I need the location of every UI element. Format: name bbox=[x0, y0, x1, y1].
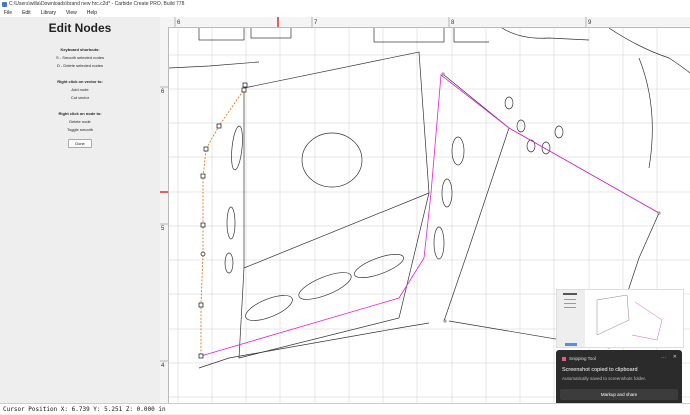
node-handle[interactable] bbox=[203, 146, 209, 152]
more-options-icon[interactable]: ··· bbox=[661, 355, 666, 361]
menu-file[interactable]: File bbox=[4, 9, 12, 17]
menu-view[interactable]: View bbox=[66, 9, 77, 17]
markup-and-share-button[interactable]: Markup and share bbox=[560, 389, 678, 400]
ruler-label-6: 6 bbox=[177, 20, 181, 26]
node-path[interactable] bbox=[200, 87, 246, 356]
node-handle[interactable] bbox=[200, 222, 206, 228]
keyboard-heading: Keyboard shortcuts: bbox=[60, 47, 100, 52]
node-heading: Right click on node to: bbox=[58, 111, 102, 116]
left-die bbox=[198, 51, 430, 369]
toast-title: Screenshot copied to clipboard bbox=[562, 367, 638, 373]
ruler-label-7: 7 bbox=[314, 20, 318, 26]
vector-heading: Right click on vector to: bbox=[57, 79, 103, 84]
done-button[interactable]: Done bbox=[68, 139, 92, 148]
cursor-position: Cursor Position X: 6.739 Y: 5.251 Z: 0.0… bbox=[3, 406, 166, 413]
top-ruler[interactable]: 6 7 8 9 bbox=[160, 17, 690, 28]
ruler-label-y6: 6 bbox=[161, 89, 165, 95]
vector-add-node: Add node bbox=[71, 87, 89, 92]
ruler-label-y5: 5 bbox=[161, 226, 165, 232]
node-handle[interactable] bbox=[198, 353, 204, 359]
node-delete: Delete node bbox=[69, 119, 91, 124]
node-handle[interactable] bbox=[200, 173, 206, 179]
node-handle[interactable] bbox=[241, 87, 247, 93]
ruler-label-y4: 4 bbox=[161, 363, 165, 369]
vector-node[interactable] bbox=[441, 72, 445, 76]
vector-node[interactable] bbox=[657, 211, 661, 215]
edit-nodes-panel: Edit Nodes Keyboard shortcuts: S - Smoot… bbox=[0, 17, 161, 403]
node-handle-smooth[interactable] bbox=[200, 251, 206, 257]
node-handle[interactable] bbox=[198, 302, 204, 308]
menu-edit[interactable]: Edit bbox=[22, 9, 31, 17]
title-bar: C:\Users\willa\Downloads\brand new hrc.c… bbox=[0, 0, 690, 9]
background-shapes bbox=[169, 28, 690, 169]
menu-help[interactable]: Help bbox=[87, 9, 97, 17]
close-icon[interactable]: ✕ bbox=[673, 354, 677, 360]
keyboard-smooth: S - Smooth selected nodes bbox=[55, 55, 105, 60]
node-handle[interactable] bbox=[216, 123, 222, 129]
toast-app-name: Snipping Tool bbox=[569, 356, 596, 361]
snipping-tool-notification: Snipping Tool ··· ✕ Screenshot copied to… bbox=[556, 350, 682, 406]
vector-node[interactable] bbox=[443, 319, 447, 323]
window-title: C:\Users\willa\Downloads\brand new hrc.c… bbox=[9, 1, 185, 7]
menu-bar: File Edit Library View Help bbox=[0, 9, 690, 17]
ruler-label-8: 8 bbox=[451, 20, 455, 26]
snipping-tool-icon bbox=[562, 356, 566, 361]
ruler-label-9: 9 bbox=[588, 20, 592, 26]
menu-library[interactable]: Library bbox=[41, 9, 56, 17]
toast-subtitle: Automatically saved to screenshots folde… bbox=[562, 376, 647, 381]
screenshot-thumbnail[interactable] bbox=[556, 289, 684, 348]
panel-title: Edit Nodes bbox=[48, 21, 112, 35]
app-icon bbox=[2, 2, 7, 7]
status-bar: Cursor Position X: 6.739 Y: 5.251 Z: 0.0… bbox=[0, 403, 690, 414]
node-handle[interactable] bbox=[242, 82, 248, 88]
node-toggle-smooth: Toggle smooth bbox=[66, 127, 93, 132]
left-ruler[interactable]: 6 5 4 bbox=[160, 27, 169, 403]
